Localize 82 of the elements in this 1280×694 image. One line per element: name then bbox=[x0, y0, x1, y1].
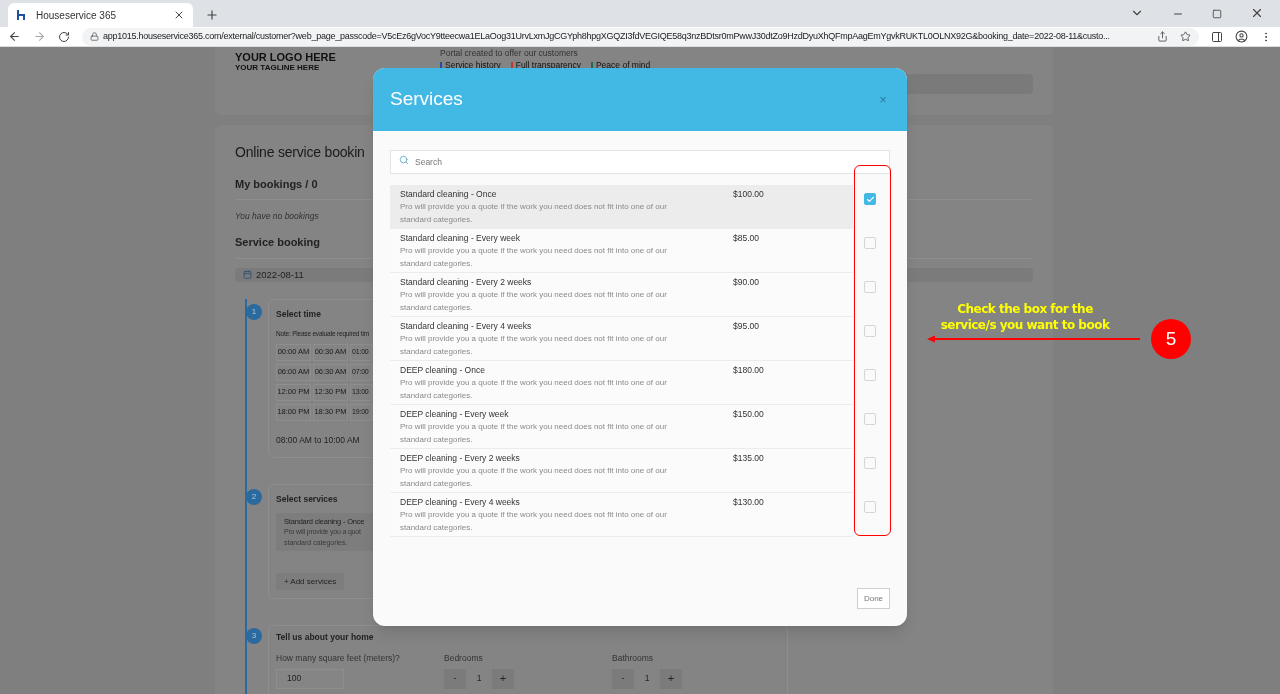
close-tab-icon[interactable] bbox=[173, 9, 185, 21]
close-window-icon[interactable] bbox=[1250, 6, 1264, 20]
service-name: Standard cleaning - Every 2 weeks bbox=[400, 277, 533, 288]
service-checkbox[interactable] bbox=[864, 325, 876, 337]
site-icon bbox=[16, 9, 28, 21]
tab-title: Houseservice 365 bbox=[36, 8, 118, 23]
service-price: $90.00 bbox=[733, 277, 760, 288]
service-description: Pro will provide you a quote if the work you need does not fit into one of our standard categories. bbox=[400, 465, 668, 490]
service-price: $85.00 bbox=[733, 233, 760, 244]
service-checkbox[interactable] bbox=[864, 457, 876, 469]
service-price: $180.00 bbox=[733, 365, 765, 376]
service-name: DEEP cleaning - Every 2 weeks bbox=[400, 453, 521, 464]
tagline: YOUR TAGLINE HERE bbox=[235, 63, 321, 73]
lock-icon bbox=[90, 32, 99, 41]
profile-icon[interactable] bbox=[1235, 30, 1248, 43]
service-name: DEEP cleaning - Every week bbox=[400, 409, 510, 420]
no-bookings-text: You have no bookings bbox=[235, 209, 319, 223]
add-services-button[interactable]: + Add services bbox=[276, 573, 344, 590]
logo-text: YOUR LOGO HERE bbox=[235, 51, 337, 63]
field-label: How many square feet (meters)? bbox=[276, 651, 401, 665]
feature-label: Peace of mind bbox=[595, 60, 651, 70]
service-description: Pro will provide you a quote if the work you need does not fit into one of our standard categories. bbox=[400, 509, 668, 534]
back-icon[interactable] bbox=[8, 30, 21, 43]
service-name: Standard cleaning - Every week bbox=[400, 233, 521, 244]
service-description: Pro will provide you a quote if the work you need does not fit into one of our standard categories. bbox=[400, 421, 668, 446]
step-number: 1 bbox=[246, 304, 262, 320]
field-label: Bedrooms bbox=[444, 651, 484, 665]
service-price: $150.00 bbox=[733, 409, 765, 420]
step-title: Tell us about your home bbox=[276, 631, 375, 644]
service-name: Standard cleaning - Every 4 weeks bbox=[400, 321, 533, 332]
service-description: Pro will provide you a quote if the work you need does not fit into one of our standard categories. bbox=[400, 333, 668, 358]
service-checkbox[interactable] bbox=[864, 193, 876, 205]
service-checkbox[interactable] bbox=[864, 369, 876, 381]
service-description: Pro will provide you a quote if the work you need does not fit into one of our standard categories. bbox=[400, 377, 668, 402]
step-title: Select time bbox=[276, 308, 321, 321]
increment-button[interactable]: + bbox=[492, 668, 514, 689]
counter-value[interactable]: 1 bbox=[634, 668, 660, 689]
arrow-icon bbox=[927, 335, 1140, 343]
service-description: Pro will provide you a quote if the work you need does not fit into one of our standard categories. bbox=[400, 289, 668, 314]
service-checkbox[interactable] bbox=[864, 237, 876, 249]
feature-label: Full transparency bbox=[515, 60, 581, 70]
search-icon bbox=[399, 155, 409, 165]
service-description: Pro will provide you a quote if the work you need does not fit into one of our standard categories. bbox=[400, 201, 668, 226]
side-panel-icon[interactable] bbox=[1211, 30, 1223, 43]
new-tab-icon[interactable] bbox=[205, 8, 219, 22]
service-row[interactable]: Standard cleaning - Once Pro will provide you a quote if the work you need does not fit into one of our standard categories. $100.00 bbox=[390, 185, 853, 229]
time-range: 08:00 AM to 10:00 AM bbox=[276, 433, 360, 447]
calendar-icon bbox=[243, 270, 252, 280]
step-title: Select services bbox=[276, 493, 338, 506]
service-price: $100.00 bbox=[733, 189, 765, 200]
service-checkbox[interactable] bbox=[864, 413, 876, 425]
dialog-title: Services bbox=[390, 87, 463, 112]
service-checkbox[interactable] bbox=[864, 501, 876, 513]
increment-button[interactable]: + bbox=[660, 668, 682, 689]
service-price: $130.00 bbox=[733, 497, 765, 508]
service-price: $135.00 bbox=[733, 453, 765, 464]
portal-text: Portal created to offer our customers bbox=[440, 48, 578, 58]
forward-icon[interactable] bbox=[33, 30, 46, 43]
search-field[interactable]: Search bbox=[390, 150, 890, 174]
decrement-button[interactable]: - bbox=[612, 668, 634, 689]
restore-icon[interactable] bbox=[1212, 9, 1222, 19]
step-number: 2 bbox=[246, 489, 262, 505]
service-name: DEEP cleaning - Every 4 weeks bbox=[400, 497, 521, 508]
done-button[interactable]: Done bbox=[857, 588, 890, 609]
url-text: app1015.houseservice365.com/external/customer?web_page_passcode=V5cEz6gVocY9tteecwa1ELaOog31UrvLxmJgCGYph8hpgXGQZI3fdVEGIQE58q3nzBDtsr0mPwwJ30dtZo9HzdDyuXhQFmpAagEmYgvkRUKTL0OLNX92G&booking_date=2022-08-11&custo... bbox=[103, 29, 1110, 43]
browser-tab[interactable]: Houseservice 365 bbox=[8, 3, 193, 27]
service-checkbox[interactable] bbox=[864, 281, 876, 293]
decrement-button[interactable]: - bbox=[444, 668, 466, 689]
annotation-text: Check the box for the service/s you want to book bbox=[940, 301, 1110, 333]
counter-value[interactable]: 1 bbox=[466, 668, 492, 689]
square-feet-field[interactable]: 100 bbox=[276, 668, 344, 689]
booking-title: Online service bookin bbox=[235, 143, 365, 162]
field-label: Bathrooms bbox=[612, 651, 655, 665]
service-price: $95.00 bbox=[733, 321, 760, 332]
feature-label: Service history bbox=[445, 60, 501, 70]
service-name: DEEP cleaning - Once bbox=[400, 365, 486, 376]
step-number: 3 bbox=[246, 628, 262, 644]
bookmark-icon[interactable] bbox=[1180, 31, 1191, 42]
share-icon[interactable] bbox=[1157, 31, 1168, 42]
service-name: Standard cleaning - Once bbox=[400, 189, 498, 200]
reload-icon[interactable] bbox=[58, 30, 70, 43]
address-bar[interactable] bbox=[82, 27, 1199, 46]
